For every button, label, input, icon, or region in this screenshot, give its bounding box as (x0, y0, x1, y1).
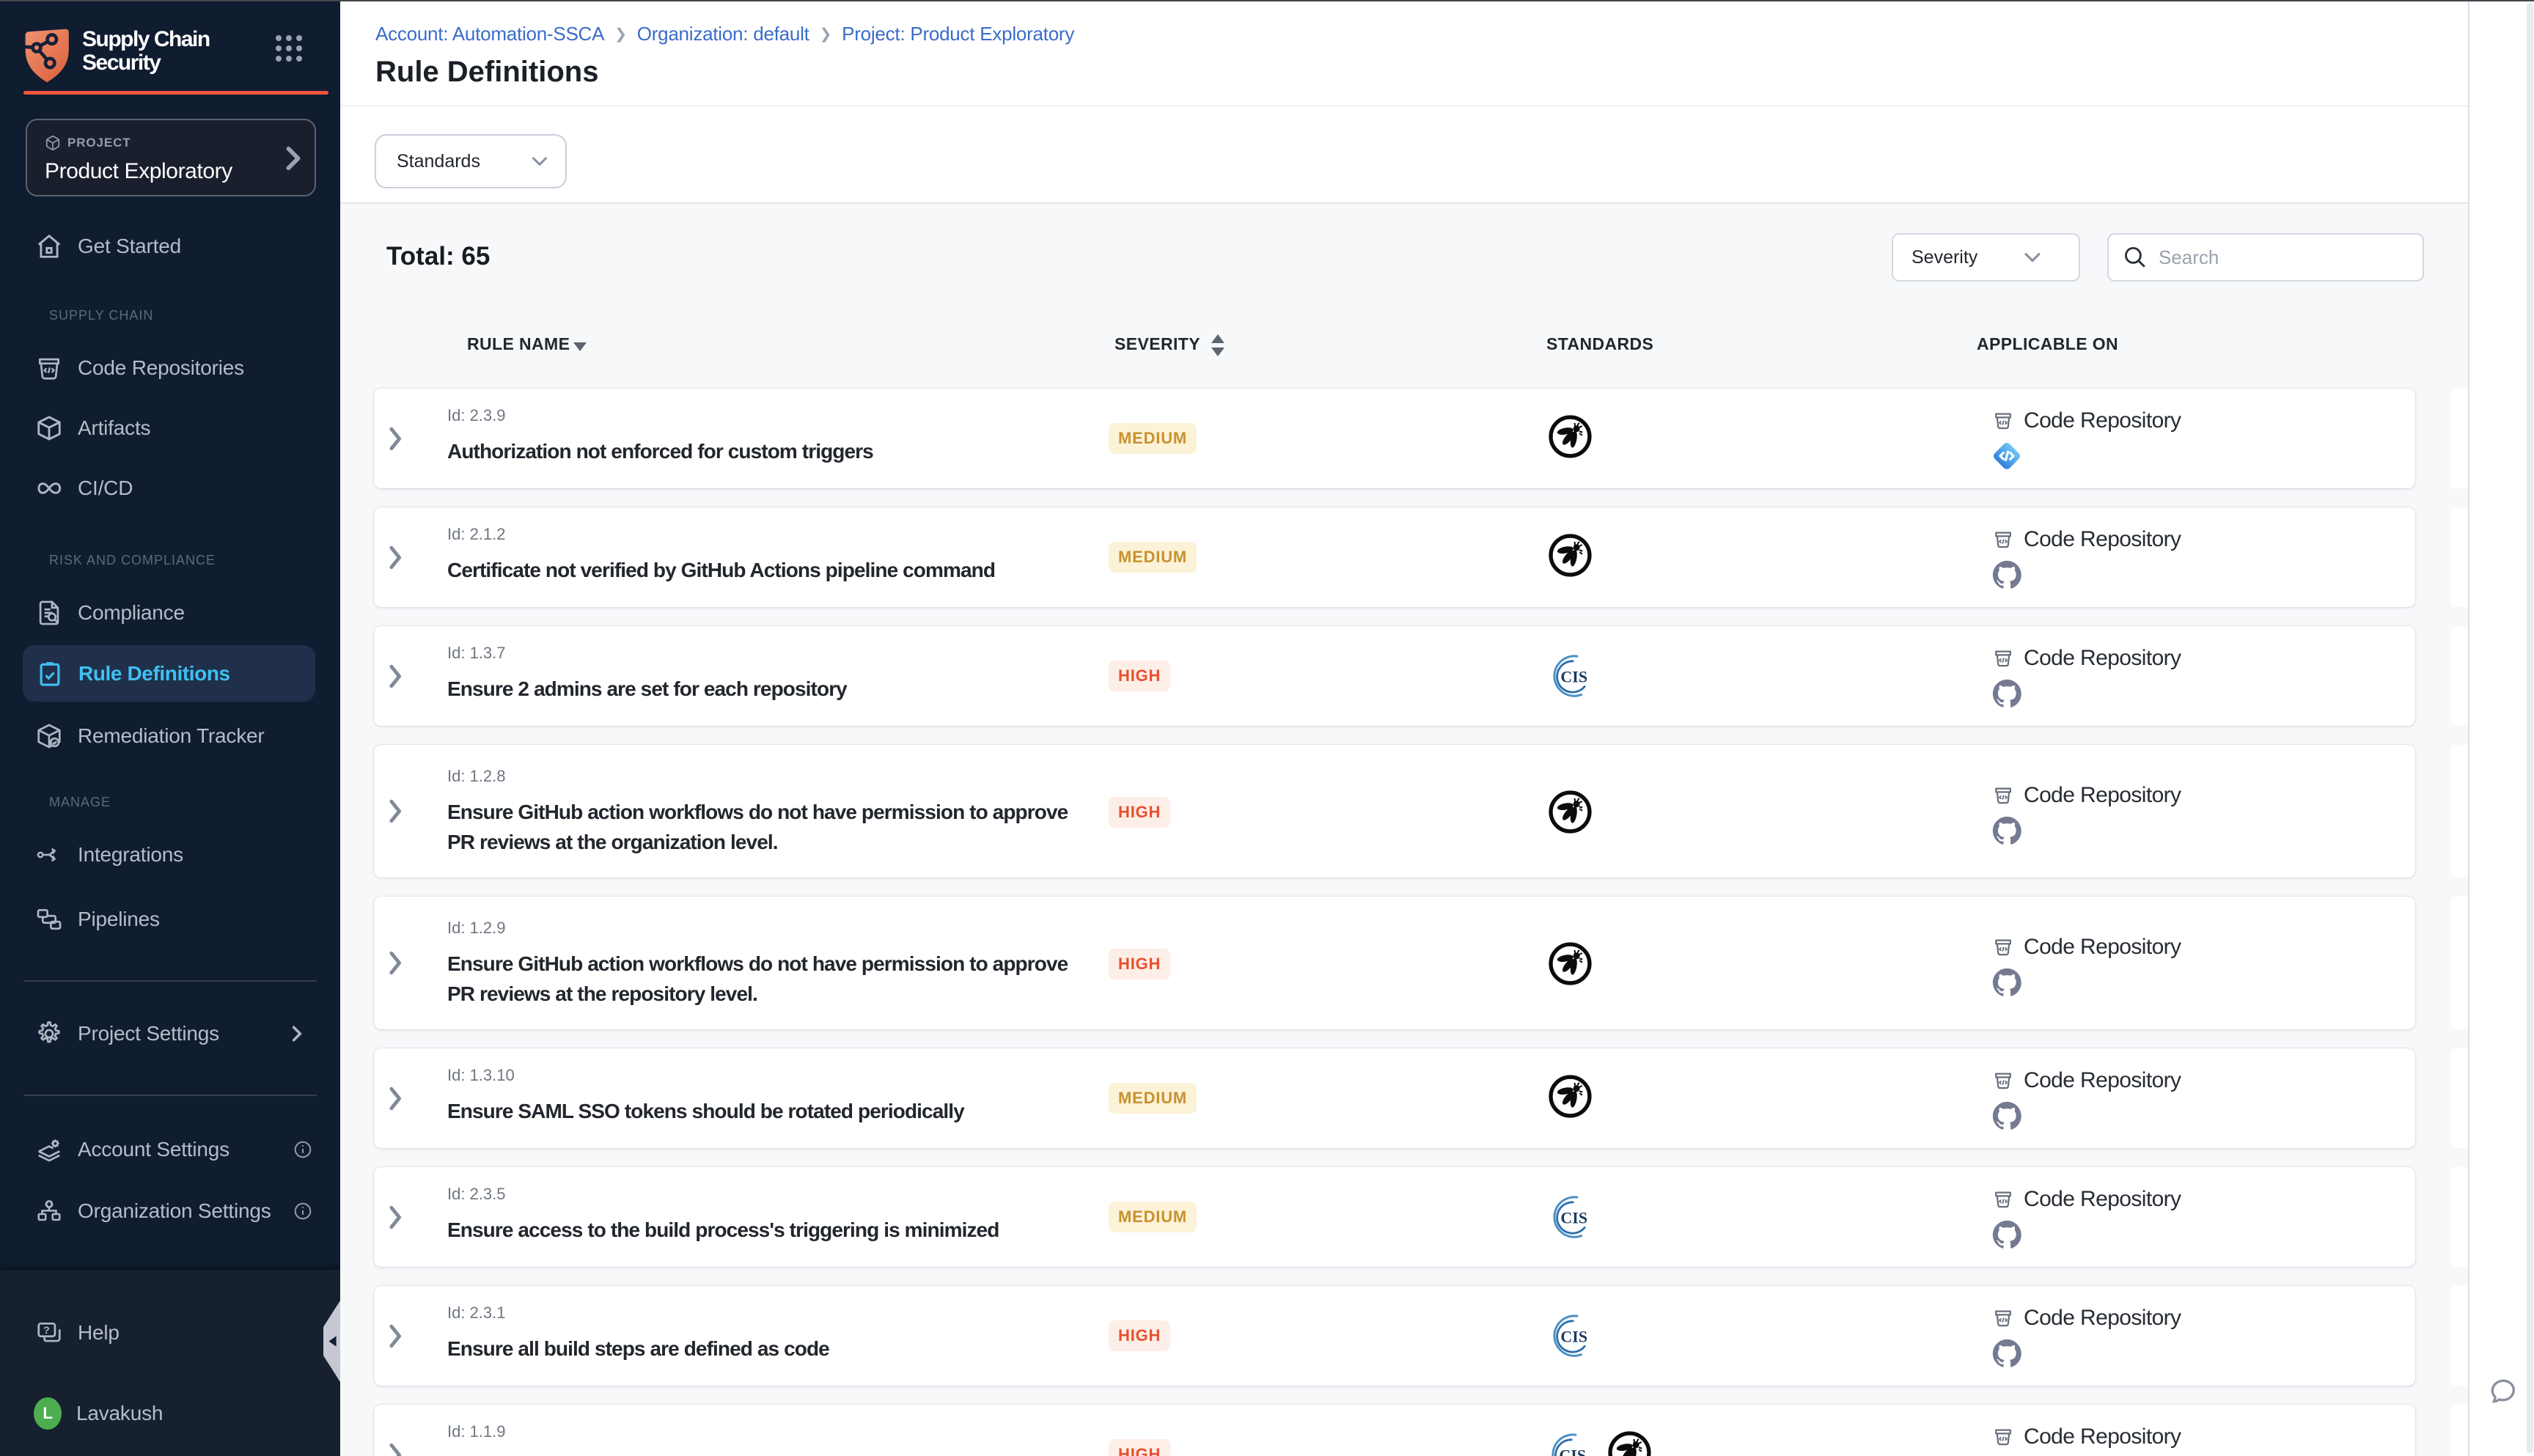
svg-text:?: ? (43, 1325, 50, 1336)
